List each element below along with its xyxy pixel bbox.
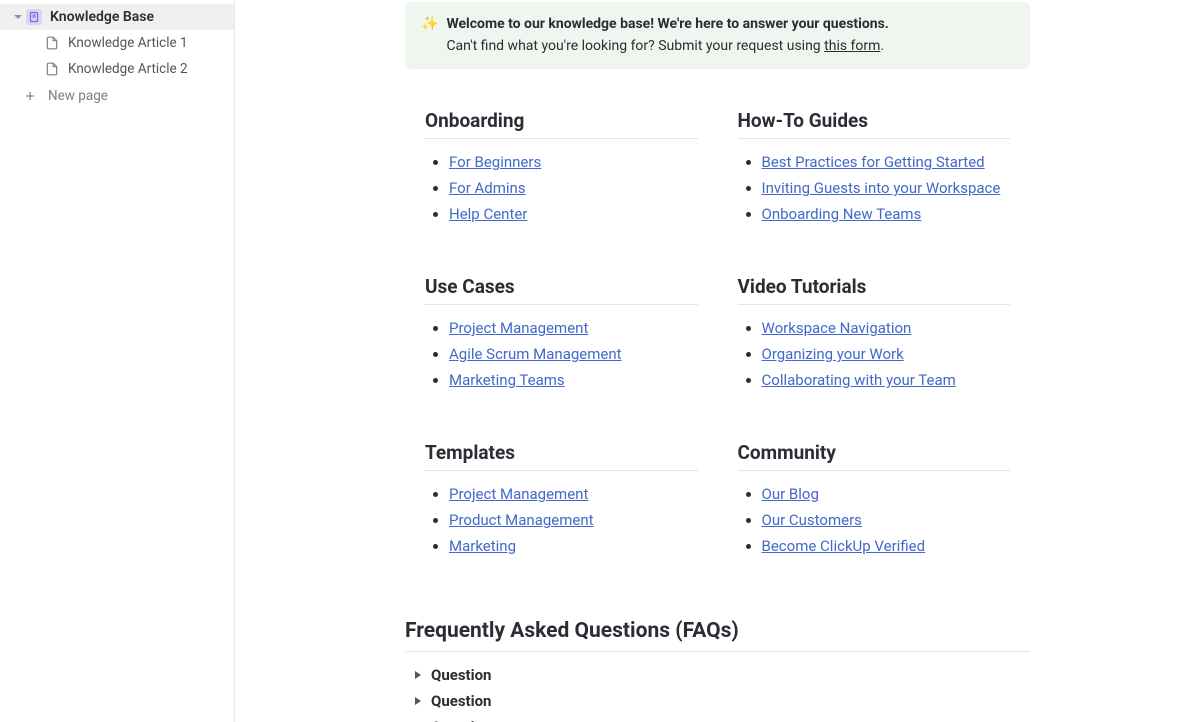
section-link-item: Organizing your Work	[762, 345, 1011, 363]
section-title: Video Tutorials	[738, 275, 1011, 305]
section-link-item: Marketing	[449, 537, 698, 555]
kb-section: Templates Project Management Product Manag…	[425, 441, 698, 563]
section-link-item: Project Management	[449, 319, 698, 337]
plus-icon	[22, 88, 38, 104]
section-title: Community	[738, 441, 1011, 471]
welcome-callout: ✨ Welcome to our knowledge base! We're h…	[405, 2, 1030, 69]
faq-item[interactable]: Question	[405, 688, 1030, 714]
section-link[interactable]: Organizing your Work	[762, 345, 904, 363]
kb-section: Onboarding For Beginners For Admins Help Ce…	[425, 109, 698, 231]
section-link[interactable]: Collaborating with your Team	[762, 371, 956, 389]
kb-section: Use Cases Project Management Agile Scrum M…	[425, 275, 698, 397]
section-title: Use Cases	[425, 275, 698, 305]
new-page-button[interactable]: New page	[0, 82, 234, 110]
section-link-item: Project Management	[449, 485, 698, 503]
kb-section: Video Tutorials Workspace Navigation Organ…	[738, 275, 1011, 397]
caret-down-icon[interactable]	[12, 11, 24, 23]
section-link-item: Best Practices for Getting Started	[762, 153, 1011, 171]
section-link[interactable]: Our Customers	[762, 511, 862, 529]
section-link[interactable]: For Beginners	[449, 153, 541, 171]
page-icon	[44, 61, 60, 77]
section-link[interactable]: Help Center	[449, 205, 527, 223]
kb-section: Community Our Blog Our Customers Become Cli…	[738, 441, 1011, 563]
kb-section: How-To Guides Best Practices for Getting …	[738, 109, 1011, 231]
section-link[interactable]: Inviting Guests into your Workspace	[762, 179, 1001, 197]
new-page-label: New page	[48, 88, 108, 104]
section-link-item: Our Customers	[762, 511, 1011, 529]
doc-icon	[26, 9, 42, 25]
section-link-list: For Beginners For Admins Help Center	[425, 153, 698, 223]
callout-after-link: .	[880, 38, 884, 54]
section-link-item: Help Center	[449, 205, 698, 223]
sparkle-icon: ✨	[421, 14, 438, 57]
section-link-item: Marketing Teams	[449, 371, 698, 389]
triangle-right-icon	[413, 696, 425, 706]
section-title: Templates	[425, 441, 698, 471]
section-link-list: Best Practices for Getting Started Inviti…	[738, 153, 1011, 223]
callout-form-link[interactable]: this form	[824, 38, 880, 54]
section-link-item: For Admins	[449, 179, 698, 197]
faq-item-label: Question	[431, 666, 491, 684]
section-link[interactable]: Marketing Teams	[449, 371, 565, 389]
page-icon	[44, 35, 60, 51]
sidebar: Knowledge Base Knowledge Article 1 Knowl…	[0, 0, 235, 722]
section-link-item: Agile Scrum Management	[449, 345, 698, 363]
section-link[interactable]: Best Practices for Getting Started	[762, 153, 985, 171]
section-link-item: Become ClickUp Verified	[762, 537, 1011, 555]
section-link-list: Workspace Navigation Organizing your Work…	[738, 319, 1011, 389]
section-link-item: For Beginners	[449, 153, 698, 171]
sidebar-item-label: Knowledge Article 1	[68, 35, 188, 51]
triangle-right-icon	[413, 670, 425, 680]
section-link-item: Inviting Guests into your Workspace	[762, 179, 1011, 197]
section-link-item: Product Management	[449, 511, 698, 529]
section-link[interactable]: For Admins	[449, 179, 526, 197]
sections-grid: Onboarding For Beginners For Admins Help Ce…	[405, 109, 1030, 563]
faq-list: Question Question Question	[405, 662, 1030, 722]
section-link-item: Our Blog	[762, 485, 1011, 503]
callout-text: Welcome to our knowledge base! We're her…	[446, 14, 888, 57]
faq-item[interactable]: Question	[405, 714, 1030, 722]
section-link[interactable]: Marketing	[449, 537, 516, 555]
section-link[interactable]: Product Management	[449, 511, 594, 529]
section-link-item: Workspace Navigation	[762, 319, 1011, 337]
sidebar-item-article-2[interactable]: Knowledge Article 2	[0, 56, 234, 82]
section-link[interactable]: Agile Scrum Management	[449, 345, 622, 363]
section-link[interactable]: Become ClickUp Verified	[762, 537, 926, 555]
section-link[interactable]: Project Management	[449, 319, 588, 337]
main-content: ✨ Welcome to our knowledge base! We're h…	[235, 0, 1200, 722]
sidebar-item-knowledge-base[interactable]: Knowledge Base	[0, 4, 234, 30]
section-link[interactable]: Onboarding New Teams	[762, 205, 922, 223]
section-link-item: Collaborating with your Team	[762, 371, 1011, 389]
sidebar-item-article-1[interactable]: Knowledge Article 1	[0, 30, 234, 56]
section-link-list: Project Management Agile Scrum Management…	[425, 319, 698, 389]
faq-section: Frequently Asked Questions (FAQs) Questi…	[405, 619, 1030, 722]
callout-before-link: Can't find what you're looking for? Subm…	[446, 38, 824, 54]
callout-bold: Welcome to our knowledge base! We're her…	[446, 16, 888, 32]
faq-item[interactable]: Question	[405, 662, 1030, 688]
section-link-list: Project Management Product Management Mark…	[425, 485, 698, 555]
section-link[interactable]: Workspace Navigation	[762, 319, 912, 337]
section-title: How-To Guides	[738, 109, 1011, 139]
section-link[interactable]: Our Blog	[762, 485, 819, 503]
sidebar-item-label: Knowledge Article 2	[68, 61, 188, 77]
sidebar-root-label: Knowledge Base	[50, 9, 154, 25]
section-link[interactable]: Project Management	[449, 485, 588, 503]
section-title: Onboarding	[425, 109, 698, 139]
faq-item-label: Question	[431, 692, 491, 710]
faq-item-label: Question	[431, 718, 491, 722]
section-link-item: Onboarding New Teams	[762, 205, 1011, 223]
faq-title: Frequently Asked Questions (FAQs)	[405, 619, 1030, 652]
section-link-list: Our Blog Our Customers Become ClickUp Veri…	[738, 485, 1011, 555]
